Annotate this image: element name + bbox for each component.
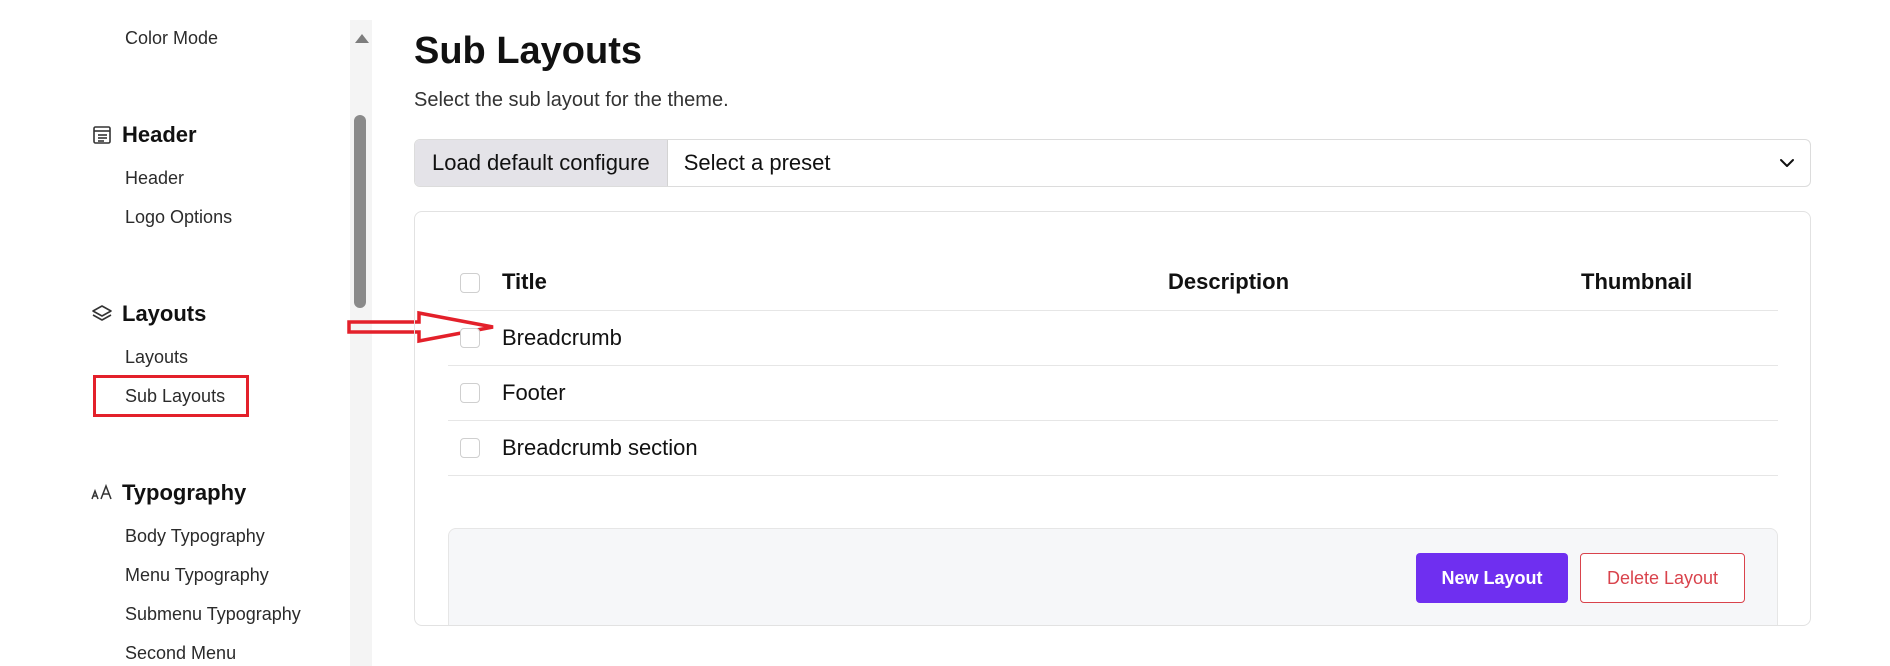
typography-icon: [90, 481, 114, 505]
column-header-description: Description: [1168, 269, 1290, 294]
sidebar-item-header[interactable]: Header: [125, 168, 184, 189]
row-checkbox[interactable]: [460, 438, 480, 458]
page-title: Sub Layouts: [414, 30, 643, 72]
table-row[interactable]: Footer: [448, 365, 1778, 421]
row-title: Breadcrumb section: [502, 435, 698, 460]
preset-label: Load default configure: [415, 140, 668, 186]
sidebar-group-typography: Typography: [90, 480, 246, 506]
page-subtitle: Select the sub layout for the theme.: [414, 89, 729, 111]
annotation-highlight-box: [93, 375, 249, 417]
sidebar-item-color-mode[interactable]: Color Mode: [125, 28, 218, 49]
row-title: Breadcrumb: [502, 325, 622, 350]
preset-select-value: Select a preset: [683, 150, 831, 175]
row-checkbox[interactable]: [460, 383, 480, 403]
sidebar-item-submenu-typography[interactable]: Submenu Typography: [125, 604, 301, 625]
sidebar-group-layouts: Layouts: [90, 301, 206, 327]
layers-icon: [90, 302, 114, 326]
sidebar-group-title: Header: [122, 122, 197, 147]
preset-control: Load default configure Select a preset: [414, 139, 1811, 187]
sidebar-group-header: Header: [90, 122, 197, 148]
sidebar: Color Mode Header Header Logo Options La…: [0, 0, 350, 666]
row-checkbox[interactable]: [460, 328, 480, 348]
new-layout-button[interactable]: New Layout: [1416, 553, 1568, 603]
sidebar-group-title: Typography: [122, 480, 247, 505]
column-header-thumbnail: Thumbnail: [1581, 269, 1693, 294]
chevron-down-icon: [1778, 154, 1796, 172]
sidebar-item-layouts[interactable]: Layouts: [125, 347, 188, 368]
header-layout-icon: [90, 123, 114, 147]
sidebar-item-second-menu[interactable]: Second Menu: [125, 643, 236, 664]
table-row[interactable]: Breadcrumb: [448, 310, 1778, 366]
table-row[interactable]: Breadcrumb section: [448, 420, 1778, 476]
row-title: Footer: [502, 380, 566, 405]
scroll-up-arrow-icon[interactable]: [355, 34, 369, 43]
sidebar-group-title: Layouts: [122, 301, 207, 326]
scrollbar-thumb[interactable]: [354, 115, 366, 308]
sidebar-item-menu-typography[interactable]: Menu Typography: [125, 565, 269, 586]
delete-layout-button[interactable]: Delete Layout: [1580, 553, 1745, 603]
select-all-checkbox[interactable]: [460, 273, 480, 293]
column-header-title: Title: [502, 269, 547, 294]
card-footer: [448, 528, 1778, 625]
sidebar-item-body-typography[interactable]: Body Typography: [125, 526, 265, 547]
table-header: Title Description Thumbnail: [448, 250, 1778, 311]
sidebar-item-logo-options[interactable]: Logo Options: [125, 207, 232, 228]
preset-select[interactable]: Select a preset: [668, 140, 1810, 186]
